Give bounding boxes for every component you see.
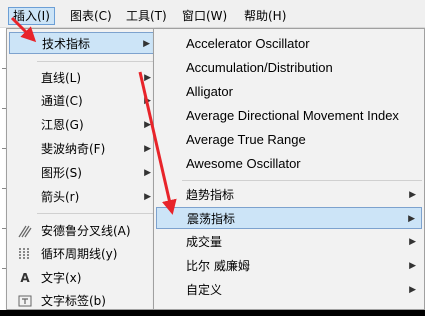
menu-item-lines[interactable]: 直线(L) ▶ (9, 67, 157, 89)
chevron-right-icon: ▶ (144, 144, 151, 154)
menu-item-trend-indicators[interactable]: 趋势指标 ▶ (156, 184, 422, 206)
menu-window[interactable]: 窗口(W) (178, 7, 231, 25)
cycle-lines-icon (17, 243, 33, 269)
menu-item-alligator[interactable]: Alligator (156, 80, 422, 104)
menu-item-andrews-pitchfork[interactable]: 安德鲁分叉线(A) (9, 220, 157, 242)
menu-item-indicators[interactable]: 技术指标 ▶ (9, 32, 157, 54)
insert-menu: 技术指标 ▶ 直线(L) ▶ 通道(C) ▶ 江恩(G) ▶ 斐波纳奇(F) ▶… (6, 28, 160, 310)
menu-tools[interactable]: 工具(T) (122, 7, 171, 25)
text-label-icon (17, 290, 33, 316)
menu-item-oscillators[interactable]: 震荡指标 ▶ (156, 207, 422, 229)
chevron-right-icon: ▶ (144, 120, 151, 130)
menu-item-text[interactable]: A 文字(x) (9, 267, 157, 289)
menu-item-arrows[interactable]: 箭头(r) ▶ (9, 186, 157, 208)
menu-item-channels[interactable]: 通道(C) ▶ (9, 90, 157, 112)
menu-separator (37, 61, 157, 62)
chevron-right-icon: ▶ (409, 237, 416, 247)
indicators-submenu: Accelerator Oscillator Accumulation/Dist… (153, 28, 425, 310)
menu-item-fibonacci[interactable]: 斐波纳奇(F) ▶ (9, 138, 157, 160)
menu-insert[interactable]: 插入(I) (8, 7, 55, 25)
menu-item-adx[interactable]: Average Directional Movement Index (156, 104, 422, 128)
menu-item-cycle-lines[interactable]: 循环周期线(y) (9, 243, 157, 265)
chevron-right-icon: ▶ (144, 192, 151, 202)
chevron-right-icon: ▶ (409, 261, 416, 271)
menu-item-shapes[interactable]: 图形(S) ▶ (9, 162, 157, 184)
chevron-right-icon: ▶ (409, 190, 416, 200)
chevron-right-icon: ▶ (143, 39, 150, 49)
chevron-right-icon: ▶ (408, 214, 415, 224)
chevron-right-icon: ▶ (144, 73, 151, 83)
menu-item-atr[interactable]: Average True Range (156, 128, 422, 152)
menu-item-text-label[interactable]: 文字标签(b) (9, 290, 157, 312)
menu-help[interactable]: 帮助(H) (240, 7, 290, 25)
menu-item-gann[interactable]: 江恩(G) ▶ (9, 114, 157, 136)
text-icon: A (20, 271, 30, 285)
menu-separator (37, 213, 157, 214)
menu-item-awesome-oscillator[interactable]: Awesome Oscillator (156, 152, 422, 176)
menu-separator (182, 180, 422, 181)
menu-item-custom[interactable]: 自定义 ▶ (156, 279, 422, 301)
chevron-right-icon: ▶ (409, 285, 416, 295)
menu-item-accumulation-distribution[interactable]: Accumulation/Distribution (156, 56, 422, 80)
menu-item-bill-williams[interactable]: 比尔 威廉姆 ▶ (156, 255, 422, 277)
menu-item-volumes[interactable]: 成交量 ▶ (156, 231, 422, 253)
menu-bar: 插入(I) 图表(C) 工具(T) 窗口(W) 帮助(H) (0, 0, 425, 28)
menu-item-accelerator-oscillator[interactable]: Accelerator Oscillator (156, 32, 422, 56)
chevron-right-icon: ▶ (144, 96, 151, 106)
chevron-right-icon: ▶ (144, 168, 151, 178)
menu-charts[interactable]: 图表(C) (66, 7, 116, 25)
